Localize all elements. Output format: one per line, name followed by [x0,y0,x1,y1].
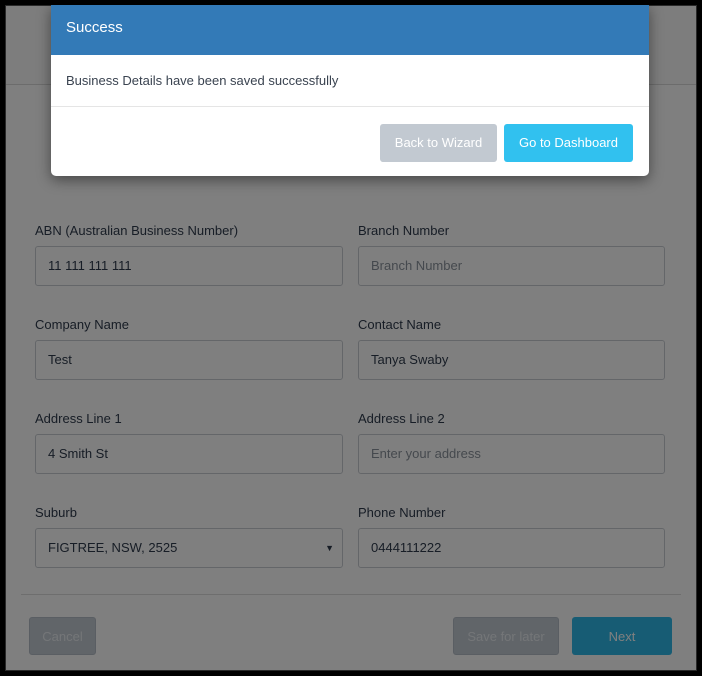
modal-body: Business Details have been saved success… [51,55,649,107]
modal-footer: Back to Wizard Go to Dashboard [51,107,649,176]
modal-header: Success [51,5,649,55]
modal-title: Success [66,19,123,36]
go-to-dashboard-button[interactable]: Go to Dashboard [504,124,633,162]
modal-message: Business Details have been saved success… [66,73,339,88]
success-modal: Success Business Details have been saved… [51,5,649,176]
back-to-wizard-button[interactable]: Back to Wizard [380,124,497,162]
